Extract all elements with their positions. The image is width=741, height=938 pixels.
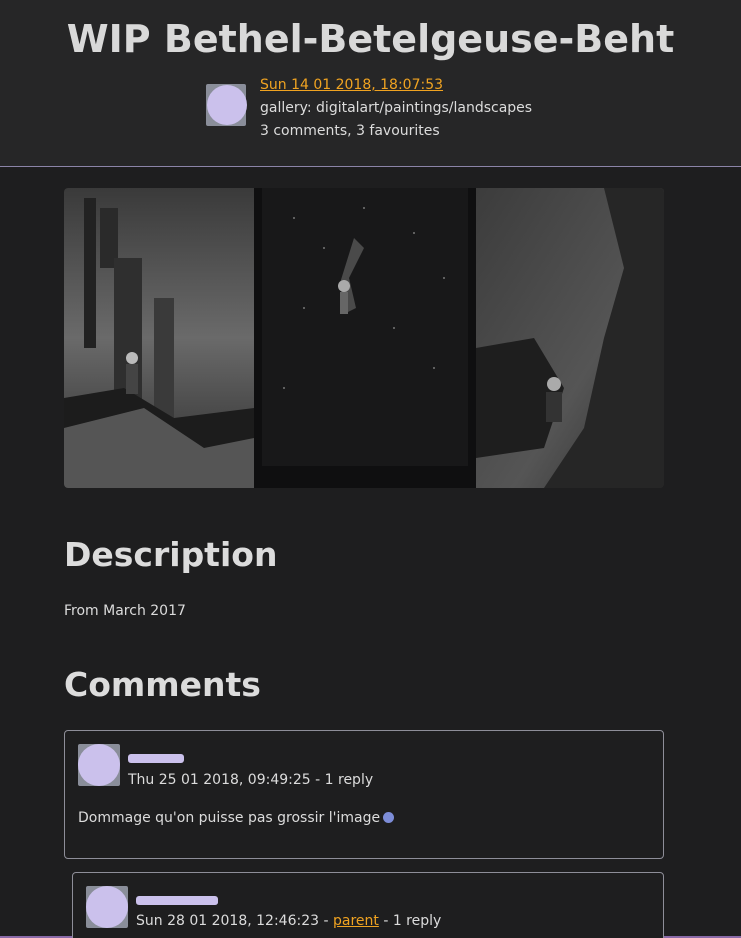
artwork-stats: 3 comments, 3 favourites [260,123,440,139]
comments-heading: Comments [64,665,261,704]
comment-reply-count[interactable]: 1 reply [393,913,441,929]
artist-avatar[interactable] [206,84,247,126]
page-title: WIP Bethel-Betelgeuse-Beht [66,17,675,61]
artwork-meta: Sun 14 01 2018, 18:07:53 gallery: digita… [260,74,532,143]
comment-author[interactable]: sasluwuuaha [136,896,218,905]
description-text: From March 2017 [64,603,186,619]
comment-meta: Thu 25 01 2018, 09:49:25 - 1 reply [128,772,374,788]
comment-meta: Sun 28 01 2018, 12:46:23 - parent - 1 re… [136,913,442,929]
comment-card-reply: sasluwuuaha Sun 28 01 2018, 12:46:23 - p… [72,872,664,938]
page-header: WIP Bethel-Betelgeuse-Beht Sun 14 01 201… [0,0,741,167]
artwork-image[interactable] [64,188,664,488]
comment-avatar[interactable] [78,744,120,786]
parent-link[interactable]: parent [333,913,379,929]
comment-date: Thu 25 01 2018, 09:49:25 [128,772,311,788]
post-date-link[interactable]: Sun 14 01 2018, 18:07:53 [260,77,443,93]
gallery-path: gallery: digitalart/paintings/landscapes [260,100,533,116]
description-heading: Description [64,535,278,574]
comment-avatar[interactable] [86,886,128,928]
comment-text: Dommage qu'on puisse pas grossir l'image [78,810,395,826]
comment-date: Sun 28 01 2018, 12:46:23 [136,913,320,929]
comment-reply-count[interactable]: 1 reply [325,772,373,788]
comment-card: Saeraea Thu 25 01 2018, 09:49:25 - 1 rep… [64,730,664,859]
comment-author[interactable]: Saeraea [128,754,184,763]
sad-face-emoji-icon [383,812,395,823]
